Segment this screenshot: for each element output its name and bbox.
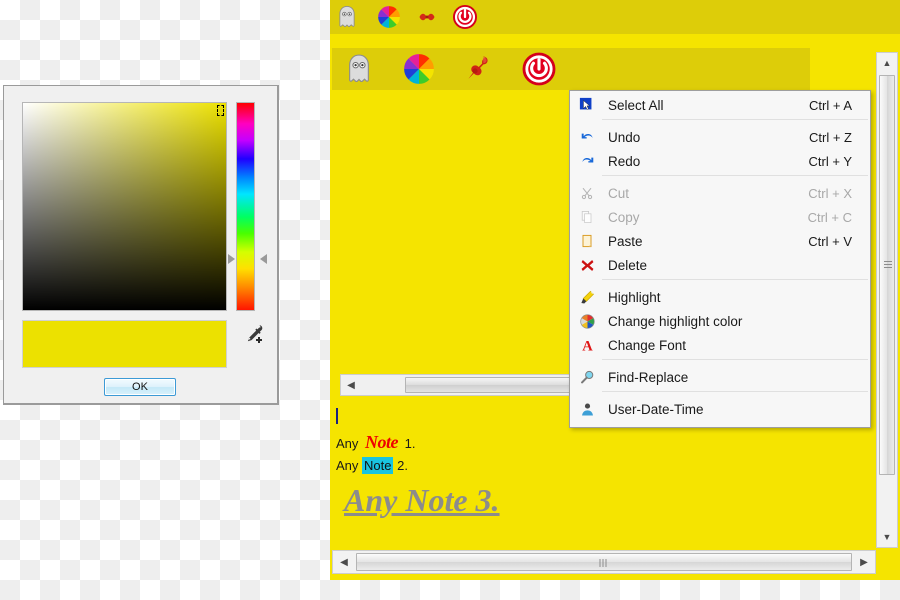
context-menu: Select All Ctrl + A Undo Ctrl + Z Redo C… bbox=[569, 90, 871, 428]
menu-label: Delete bbox=[608, 257, 648, 273]
ok-button[interactable]: OK bbox=[104, 378, 176, 396]
menu-item-redo[interactable]: Redo Ctrl + Y bbox=[570, 149, 870, 173]
menu-label: Change Font bbox=[608, 337, 687, 353]
hue-slider[interactable] bbox=[236, 102, 255, 311]
scroll-up-arrow-icon[interactable]: ▲ bbox=[877, 53, 897, 73]
menu-accelerator: Ctrl + A bbox=[809, 97, 852, 113]
menu-item-copy[interactable]: Copy Ctrl + C bbox=[570, 205, 870, 229]
menu-label: Select All bbox=[608, 97, 664, 113]
window-horizontal-scrollbar[interactable]: ◀ ▶ bbox=[332, 550, 876, 574]
color-wheel-icon bbox=[574, 311, 600, 331]
window-vertical-scrollbar[interactable]: ▲ ▼ bbox=[876, 52, 898, 548]
menu-accelerator: Ctrl + V bbox=[808, 233, 852, 249]
color-picker-dialog: OK bbox=[3, 85, 279, 405]
menu-item-user-date-time[interactable]: User-Date-Time bbox=[570, 397, 870, 421]
screenshot-root: OK ◀ Any Note 1. Any Note 2. Any Note 3.… bbox=[0, 0, 900, 600]
pushpin-icon[interactable] bbox=[462, 52, 496, 86]
note-line-2[interactable]: Any Note 2. bbox=[334, 454, 854, 478]
saturation-value-field[interactable] bbox=[22, 102, 227, 311]
note2-suffix: 2. bbox=[393, 458, 408, 473]
highlighter-icon bbox=[574, 287, 600, 307]
menu-item-paste[interactable]: Paste Ctrl + V bbox=[570, 229, 870, 253]
menu-label: Find-Replace bbox=[608, 369, 689, 385]
ghost-icon[interactable] bbox=[342, 52, 376, 86]
main-toolbar bbox=[332, 48, 810, 90]
scroll-right-arrow-icon[interactable]: ▶ bbox=[853, 551, 875, 573]
menu-label: Redo bbox=[608, 153, 641, 169]
scroll-down-arrow-icon[interactable]: ▼ bbox=[877, 527, 897, 547]
hue-gradient bbox=[237, 103, 254, 310]
menu-label: Copy bbox=[608, 209, 640, 225]
menu-item-change-highlight-color[interactable]: Change highlight color bbox=[570, 309, 870, 333]
sv-gradient bbox=[23, 103, 226, 310]
redo-icon bbox=[574, 151, 600, 171]
select-all-icon bbox=[574, 95, 600, 115]
swatch-fill bbox=[23, 321, 226, 367]
hue-marker-left-icon[interactable] bbox=[228, 254, 235, 264]
undo-icon bbox=[574, 127, 600, 147]
note1-emphasis: Note bbox=[365, 432, 399, 452]
ghost-icon[interactable] bbox=[334, 4, 360, 30]
mini-toolbar bbox=[330, 0, 900, 34]
selected-color-swatch[interactable] bbox=[22, 320, 227, 368]
note-line-3[interactable]: Any Note 3. bbox=[334, 478, 854, 522]
vscroll-grip-icon bbox=[884, 261, 892, 270]
pushpin-icon[interactable] bbox=[418, 10, 436, 24]
menu-label: Cut bbox=[608, 185, 630, 201]
note2-emphasis: Note bbox=[362, 457, 394, 474]
menu-label: Undo bbox=[608, 129, 641, 145]
color-wheel-icon[interactable] bbox=[402, 52, 436, 86]
menu-item-find-replace[interactable]: Find-Replace bbox=[570, 365, 870, 389]
menu-item-undo[interactable]: Undo Ctrl + Z bbox=[570, 125, 870, 149]
menu-label: Paste bbox=[608, 233, 643, 249]
menu-label: Change highlight color bbox=[608, 313, 743, 329]
hscroll-thumb[interactable] bbox=[356, 553, 852, 571]
menu-item-delete[interactable]: Delete bbox=[570, 253, 870, 277]
scissors-icon bbox=[574, 183, 600, 203]
menu-item-change-font[interactable]: A Change Font bbox=[570, 333, 870, 357]
menu-accelerator: Ctrl + Z bbox=[809, 129, 852, 145]
note-line-1[interactable]: Any Note 1. bbox=[334, 430, 854, 454]
scroll-left-arrow-icon[interactable]: ◀ bbox=[333, 551, 355, 573]
power-icon[interactable] bbox=[452, 4, 478, 30]
note2-prefix: Any bbox=[336, 458, 363, 473]
user-icon bbox=[574, 399, 600, 419]
delete-icon bbox=[574, 255, 600, 275]
menu-label: User-Date-Time bbox=[608, 401, 704, 417]
text-caret bbox=[336, 408, 338, 424]
magnifier-icon bbox=[574, 367, 600, 387]
menu-item-highlight[interactable]: Highlight bbox=[570, 285, 870, 309]
color-wheel-icon[interactable] bbox=[376, 4, 402, 30]
svg-text:A: A bbox=[582, 338, 593, 353]
note1-suffix: 1. bbox=[401, 436, 416, 451]
font-a-icon: A bbox=[574, 335, 600, 355]
menu-accelerator: Ctrl + Y bbox=[808, 153, 852, 169]
eyedropper-icon[interactable] bbox=[242, 322, 266, 346]
hue-marker-right-icon[interactable] bbox=[260, 254, 267, 264]
menu-item-select-all[interactable]: Select All Ctrl + A bbox=[570, 93, 870, 117]
power-icon[interactable] bbox=[522, 52, 556, 86]
menu-accelerator: Ctrl + X bbox=[808, 185, 852, 201]
menu-item-cut[interactable]: Cut Ctrl + X bbox=[570, 181, 870, 205]
note1-prefix: Any bbox=[336, 436, 363, 451]
sv-cursor-marker[interactable] bbox=[217, 105, 224, 116]
scroll-left-arrow-icon[interactable]: ◀ bbox=[341, 375, 361, 395]
hscroll-grip-icon bbox=[599, 559, 609, 567]
copy-icon bbox=[574, 207, 600, 227]
paste-icon bbox=[574, 231, 600, 251]
menu-accelerator: Ctrl + C bbox=[807, 209, 852, 225]
menu-label: Highlight bbox=[608, 289, 661, 305]
vscroll-thumb[interactable] bbox=[879, 75, 895, 475]
